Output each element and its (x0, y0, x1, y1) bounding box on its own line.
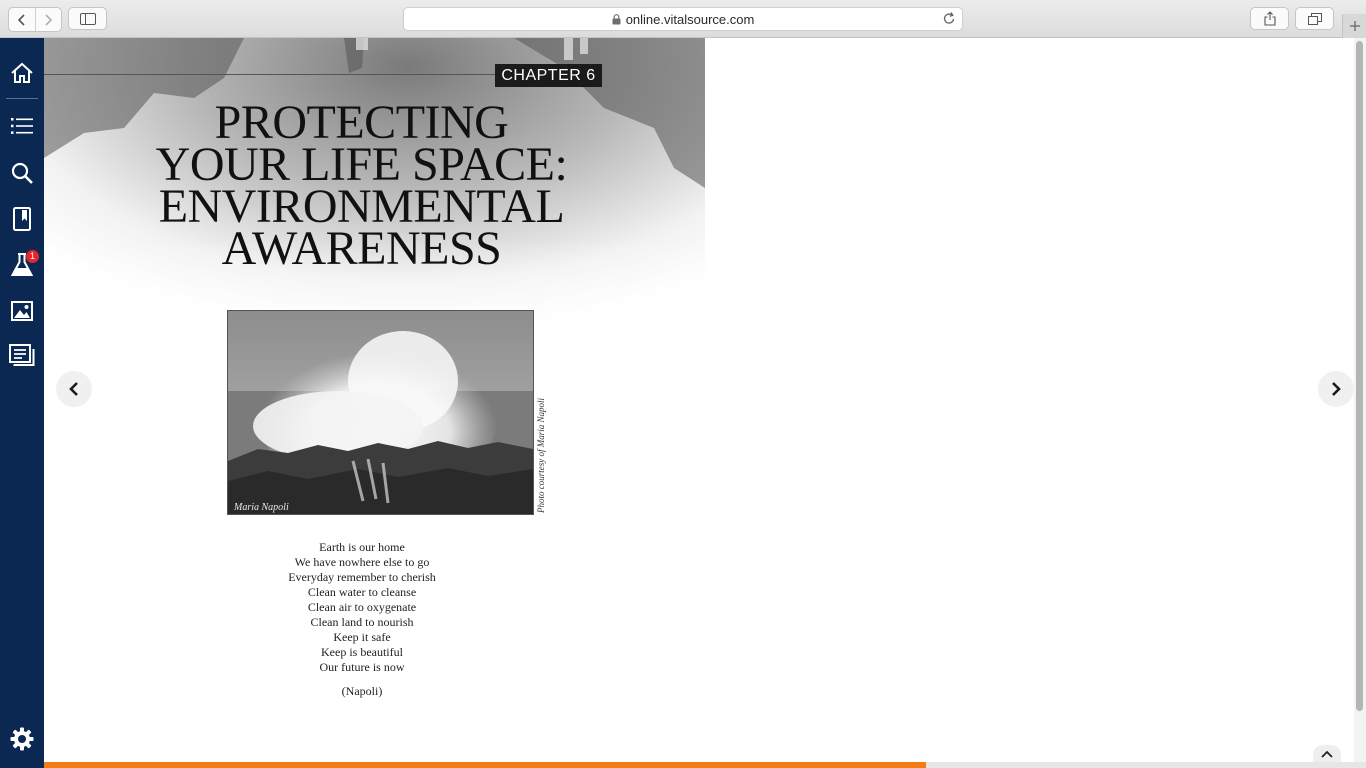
poem-line: Earth is our home (319, 540, 405, 554)
notes-icon (9, 344, 35, 366)
poem-line: Clean air to oxygenate (307, 600, 417, 614)
browser-toolbar: online.vitalsource.com (0, 0, 1366, 38)
tabs-icon (1307, 12, 1322, 25)
reading-progress-bar[interactable] (44, 762, 1366, 768)
poem-line: Clean land to nourish (310, 615, 414, 629)
next-page-button[interactable] (1318, 371, 1354, 407)
plus-icon (1350, 21, 1360, 31)
poem-line: We have nowhere else to go (294, 555, 430, 569)
sidebar-toggle-icon (79, 12, 96, 25)
sidebar-item-contents[interactable] (0, 109, 44, 143)
address-bar[interactable]: online.vitalsource.com (403, 7, 963, 31)
poem-line: Clean water to cleanse (307, 585, 417, 599)
chapter-title: PROTECTING YOUR LIFE SPACE: ENVIRONMENTA… (114, 99, 609, 275)
new-tab-button[interactable] (1342, 14, 1366, 38)
sidebar-item-figures[interactable] (0, 294, 44, 328)
sidebar-item-search[interactable] (0, 156, 44, 190)
chapter-label: CHAPTER 6 (495, 64, 602, 87)
bookmark-icon (13, 207, 31, 231)
book-page: CHAPTER 6 PROTECTING YOUR LIFE SPACE: EN… (44, 38, 705, 762)
photo-credit: Photo courtesy of Maria Napoli (536, 398, 546, 513)
share-icon (1263, 11, 1276, 26)
share-button[interactable] (1250, 7, 1289, 30)
page-scrollbar[interactable] (1354, 38, 1366, 762)
sidebar-item-notes[interactable] (0, 339, 44, 373)
sidebar-item-bookmarks[interactable] (0, 202, 44, 236)
sidebar-divider (6, 98, 38, 99)
back-button[interactable] (9, 8, 35, 31)
reading-progress-fill (44, 762, 926, 768)
show-tabs-button[interactable] (1295, 7, 1334, 30)
reload-icon (943, 12, 955, 24)
history-buttons (8, 7, 62, 32)
chevron-up-icon (1321, 750, 1333, 758)
forward-button[interactable] (34, 8, 62, 31)
chapter-rule (44, 74, 499, 75)
url-text: online.vitalsource.com (625, 11, 755, 27)
photo-signature: Maria Napoli (234, 502, 289, 513)
reader-sidebar: 1 (0, 38, 44, 768)
image-icon (11, 301, 33, 321)
poem-line: Keep is beautiful (321, 645, 403, 659)
gear-icon (10, 727, 34, 751)
chevron-left-icon (17, 13, 25, 26)
poem: Earth is our home We have nowhere else t… (237, 540, 487, 675)
poem-line: Our future is now (319, 660, 405, 674)
poem-attribution: (Napoli) (341, 684, 383, 698)
chapter-title-line: AWARENESS (221, 222, 502, 275)
settings-button[interactable] (0, 722, 44, 756)
previous-page-button[interactable] (56, 371, 92, 407)
poem-line: Keep it safe (333, 630, 391, 644)
lock-icon (612, 13, 621, 24)
reload-button[interactable] (942, 11, 956, 29)
chevron-right-icon (45, 13, 53, 26)
sidebar-toggle-button[interactable] (68, 7, 107, 30)
list-icon (11, 118, 33, 134)
wave-photo: Maria Napoli (227, 310, 534, 515)
home-icon (11, 62, 33, 83)
scrollbar-thumb[interactable] (1356, 41, 1363, 711)
sidebar-item-home[interactable] (0, 56, 44, 90)
wave-photo-image (228, 311, 533, 514)
search-icon (11, 162, 33, 184)
collapse-toolbar-button[interactable] (1313, 745, 1341, 762)
lab-badge: 1 (26, 250, 39, 263)
poem-line: Everyday remember to cherish (288, 570, 436, 584)
reader-view: CHAPTER 6 PROTECTING YOUR LIFE SPACE: EN… (44, 38, 1354, 762)
chevron-left-icon (69, 382, 78, 396)
chevron-right-icon (1332, 382, 1341, 396)
